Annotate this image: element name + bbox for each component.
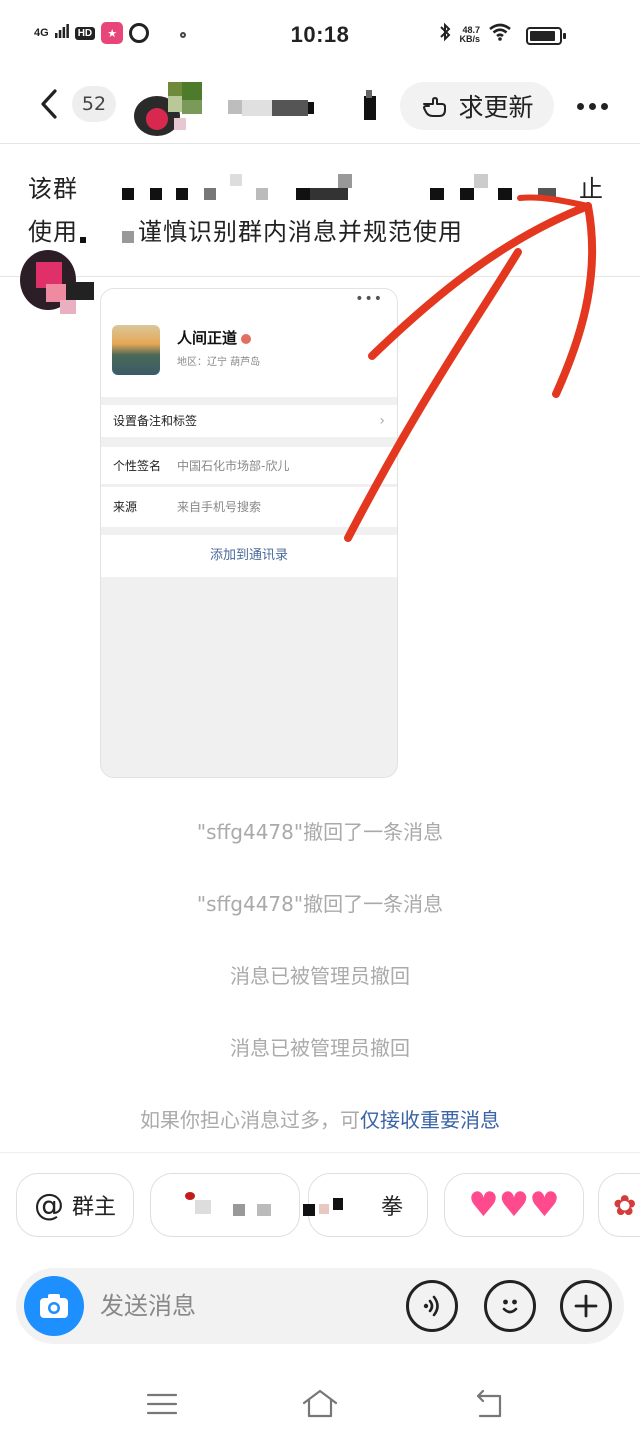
- more-icon-dot: [576, 102, 584, 110]
- request-update-label: 求更新: [458, 93, 534, 122]
- quick-mention-owner[interactable]: @ 群主: [16, 1173, 134, 1237]
- group-name-redacted[interactable]: [228, 86, 388, 126]
- wifi-icon: [488, 23, 512, 46]
- bluetooth-icon: [439, 22, 451, 47]
- notice-line1-start: 该群: [28, 175, 78, 203]
- hint-prefix: 如果你担心消息过多，可: [140, 1108, 360, 1132]
- heart-icon: ♥: [468, 1185, 499, 1225]
- menu-nav-button[interactable]: [142, 1384, 182, 1424]
- voice-icon: [423, 1295, 439, 1317]
- speed-unit: KB/s: [459, 33, 480, 44]
- back-button[interactable]: [34, 86, 64, 122]
- group-avatar[interactable]: [134, 78, 204, 138]
- rose-icon: ✿: [613, 1188, 637, 1222]
- status-right: 48.7 KB/s: [439, 22, 512, 47]
- chat-header: 52 求更新: [0, 72, 640, 144]
- redacted-chip-content: [165, 1190, 285, 1220]
- network-speed: 48.7 KB/s: [459, 25, 480, 44]
- card-source-key: 来源: [113, 500, 138, 514]
- plus-icon: [574, 1294, 598, 1318]
- card-signature-value: 中国石化市场部-欣儿: [177, 459, 290, 473]
- at-icon: @: [33, 1187, 64, 1223]
- camera-button[interactable]: [24, 1276, 84, 1336]
- gender-female-icon: [241, 333, 252, 344]
- notice-line2-start: 使用: [28, 218, 78, 246]
- quick-reply-rose[interactable]: ✿: [598, 1173, 640, 1237]
- back-nav-icon: [476, 1389, 502, 1418]
- quick-reply-redacted[interactable]: [150, 1173, 300, 1237]
- redacted-chip-content: [302, 1190, 373, 1220]
- mention-owner-label: 群主: [71, 1195, 116, 1220]
- message-filter-hint: 如果你担心消息过多，可仅接收重要消息: [0, 1104, 640, 1133]
- chat-screen: 4G HD ★ 10:18 48.7 KB/s 52 求更新 该群 止 使用 谨…: [0, 0, 640, 1443]
- home-nav-button[interactable]: [300, 1384, 340, 1424]
- card-avatar: [112, 325, 160, 375]
- hand-point-icon: [423, 97, 447, 117]
- home-icon: [302, 1389, 338, 1418]
- group-notice[interactable]: 该群 止 使用 谨慎识别群内消息并规范使用: [28, 168, 608, 254]
- card-source-row: 来源 来自手机号搜索: [101, 487, 397, 527]
- quick-reply-bar: @ 群主 拳 ♥ ♥ ♥ ✿: [0, 1152, 640, 1256]
- heart-icon: ♥: [498, 1185, 530, 1225]
- menu-icon: [146, 1393, 178, 1415]
- card-source-value: 来自手机号搜索: [177, 500, 262, 514]
- important-only-link[interactable]: 仅接收重要消息: [360, 1108, 500, 1132]
- notice-line2-visible: 谨慎识别群内消息并规范使用: [138, 218, 463, 246]
- card-add-contact: 添加到通讯录: [101, 535, 397, 577]
- more-button[interactable]: [568, 86, 616, 126]
- card-more-icon: •••: [355, 291, 383, 307]
- emoji-icon: [502, 1299, 518, 1314]
- system-message-admin-recall: 消息已被管理员撤回: [230, 964, 410, 988]
- plus-button[interactable]: [560, 1280, 612, 1332]
- system-nav-bar: [0, 1360, 640, 1443]
- system-message-recall: "sffg4478"撤回了一条消息: [196, 892, 444, 916]
- card-region: 地区：辽宁 葫芦岛: [177, 357, 261, 368]
- more-icon-dot: [600, 102, 608, 110]
- battery-icon: [526, 27, 566, 45]
- camera-icon: [40, 1294, 68, 1318]
- status-bar: 4G HD ★ 10:18 48.7 KB/s: [0, 0, 640, 72]
- request-update-button[interactable]: 求更新: [400, 82, 554, 130]
- message-input[interactable]: 发送消息: [100, 1268, 196, 1344]
- card-signature-key: 个性签名: [113, 459, 162, 473]
- unread-count-badge[interactable]: 52: [72, 86, 116, 122]
- card-remark-label: 设置备注和标签: [113, 414, 198, 428]
- card-signature-row: 个性签名 中国石化市场部-欣儿: [101, 447, 397, 485]
- system-message-recall: "sffg4478"撤回了一条消息: [196, 820, 444, 844]
- more-icon-dot: [588, 102, 596, 110]
- notice-line-2: 使用 谨慎识别群内消息并规范使用: [28, 211, 608, 254]
- emoji-button[interactable]: [484, 1280, 536, 1332]
- shared-screenshot-message[interactable]: ••• 人间正道 地区：辽宁 葫芦岛 设置备注和标签 › 个性签名 中国石化市场…: [100, 288, 398, 778]
- card-profile-section: ••• 人间正道 地区：辽宁 葫芦岛: [101, 289, 397, 397]
- chip-3-label: 拳: [380, 1195, 403, 1220]
- notice-line-1: 该群 止: [28, 168, 608, 211]
- quick-reply-redacted-2[interactable]: 拳: [302, 1173, 428, 1237]
- card-name-text: 人间正道: [177, 329, 238, 347]
- voice-button[interactable]: [406, 1280, 458, 1332]
- sender-avatar[interactable]: [20, 250, 96, 326]
- notice-divider: [0, 276, 640, 277]
- back-nav-button[interactable]: [468, 1384, 508, 1424]
- card-contact-name: 人间正道: [177, 327, 252, 348]
- system-message-admin-recall: 消息已被管理员撤回: [230, 1036, 410, 1060]
- notice-line1-end: 止: [579, 175, 604, 203]
- quick-reply-hearts[interactable]: ♥ ♥ ♥: [444, 1173, 584, 1237]
- battery-level: [530, 31, 556, 41]
- message-input-bar: 发送消息: [16, 1268, 624, 1344]
- chevron-right-icon: ›: [379, 413, 385, 429]
- card-remark-row: 设置备注和标签 ›: [101, 405, 397, 437]
- back-icon: [41, 89, 57, 119]
- heart-icon: ♥: [529, 1185, 560, 1225]
